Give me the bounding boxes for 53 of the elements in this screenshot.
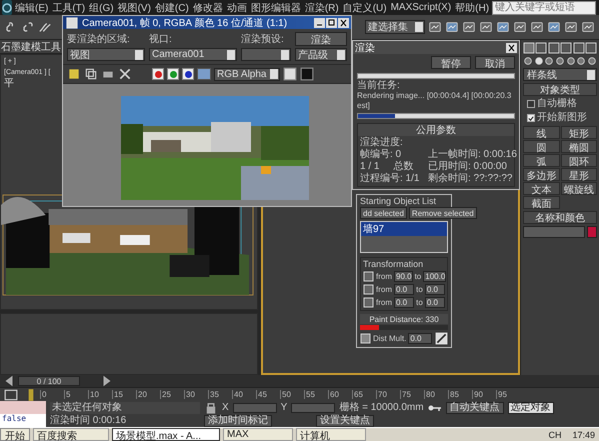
field-label: Dist Mult. <box>373 334 406 343</box>
checkbox-label: 自动栅格 <box>537 98 577 110</box>
field-label: to <box>414 272 422 281</box>
group-title: Transformation <box>363 259 424 269</box>
checkbox-label: 开始新图形 <box>537 112 587 124</box>
frame-tick-label: 60 <box>328 390 352 399</box>
field-label: to <box>416 285 423 294</box>
frame-tick-label: 45 <box>256 390 280 399</box>
field-label: from <box>376 298 392 307</box>
stat-label: 上一帧时间: 0:00:16 <box>428 149 517 160</box>
frame-tick-label: 90 <box>472 390 496 399</box>
coord-label: X <box>222 402 229 414</box>
field-label: 视口: <box>149 32 173 46</box>
task-label: 当前任务: <box>357 80 400 91</box>
stat-label: 剩余时间: ??:??:?? <box>428 173 512 185</box>
stat-label: 帧编号: 0 <box>360 149 402 160</box>
frame-tick-label: 40 <box>232 390 256 399</box>
listener-output: false <box>0 414 46 427</box>
coord-label: Y <box>280 402 288 414</box>
frame-tick-label: 70 <box>376 390 400 399</box>
field-label: from <box>376 272 392 281</box>
frame-tick-label: 35 <box>208 390 232 399</box>
stat-label: 总数 <box>393 161 414 173</box>
frame-tick-label: 65 <box>352 390 376 399</box>
frame-tick-label: 0 <box>40 390 64 399</box>
field-label: from <box>376 285 392 294</box>
current-task: Rendering image... [00:00:04.4] [00:00:20.3 est] <box>357 91 512 111</box>
stat-label: 已用时间: 0:00:00 <box>428 161 507 172</box>
frame-tick-label: 55 <box>304 390 328 399</box>
frame-tick-label: 15 <box>112 390 136 399</box>
frame-tick-label: 20 <box>136 390 160 399</box>
frame-tick-label: 10 <box>88 390 112 399</box>
frame-tick-label: 75 <box>400 390 424 399</box>
status-prompt: 未选定任何对象 <box>50 402 200 414</box>
field-label: 要渲染的区域: <box>67 32 131 46</box>
group-title: Starting Object List <box>359 195 438 207</box>
render-time: 渲染时间 0:00:16 <box>50 414 128 426</box>
field-label: to <box>416 298 423 307</box>
stat-label: 渲染进度: <box>360 137 403 148</box>
clock: 17:49 <box>571 430 596 440</box>
frame-tick-label: 95 <box>496 390 520 399</box>
frame-tick-label: 80 <box>424 390 448 399</box>
window-title: Camera001, 帧 0, RGBA 颜色 16 位/通道 (1:1) <box>82 16 288 30</box>
stat-label: 1 / 1 <box>360 161 380 172</box>
frame-tick-label: 50 <box>280 390 304 399</box>
frame-tick-label: 85 <box>448 390 472 399</box>
stat-label: 过程编号: 1/1 <box>360 173 420 185</box>
frame-tick-label: 30 <box>184 390 208 399</box>
field-label: 渲染预设: <box>241 32 285 46</box>
frame-tick-label: 5 <box>64 390 88 399</box>
grid-size: 栅格 = 10000.0mm <box>339 402 424 414</box>
frame-tick-label: 25 <box>160 390 184 399</box>
window-title: 渲染 <box>355 42 375 54</box>
